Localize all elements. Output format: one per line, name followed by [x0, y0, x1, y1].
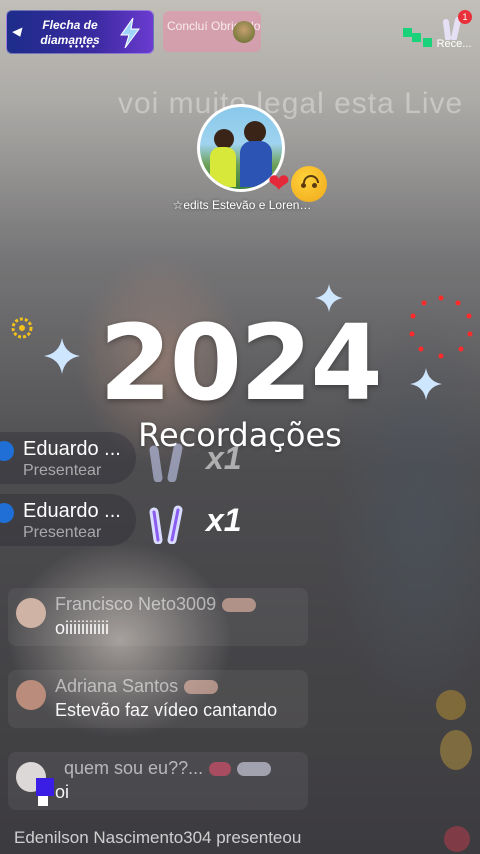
- gift-count: x1: [206, 502, 242, 538]
- lightning-icon: [120, 17, 140, 49]
- gift-event-text: Edenilson Nascimento304 presenteou: [14, 828, 302, 847]
- heart-icon: ❤: [268, 168, 290, 198]
- blue-square-icon: [36, 778, 54, 796]
- gift-notification: Eduardo ... Presentear x1: [0, 432, 300, 484]
- level-badge: [222, 598, 257, 613]
- year-title: 2024: [99, 302, 382, 424]
- white-square-icon: [38, 796, 48, 806]
- gift-notification: Eduardo ... Presentear x1: [0, 494, 300, 546]
- ranking-button[interactable]: 1 Rece...: [434, 10, 474, 56]
- signal-icon-part: [423, 38, 432, 47]
- promo-pager-dots: ●●●●●: [69, 44, 98, 50]
- rank-badge: 1: [458, 10, 472, 24]
- trophy-icon[interactable]: [440, 730, 472, 770]
- level-badge: [209, 762, 232, 777]
- promo-avatar: [233, 21, 255, 43]
- comment-text: oiiiiiiiiiii: [55, 618, 109, 638]
- signal-icon: [403, 28, 412, 37]
- upside-down-face-icon: [291, 166, 327, 202]
- comment-text: Estevão faz vídeo cantando: [55, 700, 278, 720]
- gift-action: Presentear: [23, 524, 102, 541]
- gift-sender-name: Eduardo ...: [23, 438, 121, 460]
- gift-action: Presentear: [23, 462, 102, 479]
- peace-hand-gift-icon: [149, 505, 183, 544]
- rank-label: Rece...: [436, 38, 472, 50]
- chat-comment[interactable]: Francisco Neto3009 oiiiiiiiiiii: [8, 588, 308, 646]
- comment-text: oi: [55, 782, 70, 802]
- chat-comment[interactable]: quem sou eu??... oi: [8, 752, 308, 810]
- gift-count: x1: [206, 440, 242, 476]
- level-badge: [237, 762, 272, 777]
- like-icon[interactable]: [444, 826, 470, 852]
- peace-hand-gift-icon: [149, 443, 183, 482]
- diamond-arrow-promo[interactable]: ◀ Flecha de diamantes ●●●●●: [6, 10, 154, 54]
- chat-comment[interactable]: Adriana Santos Estevão faz vídeo cantand…: [8, 670, 308, 728]
- level-badge: [184, 680, 219, 695]
- commenter-name: quem sou eu??...: [64, 758, 204, 778]
- commenter-name: Adriana Santos: [55, 676, 179, 696]
- thanks-promo[interactable]: Concluí Obrigado: [163, 11, 261, 52]
- chevron-left-icon: ◀: [12, 26, 21, 38]
- commenter-avatar: [16, 598, 46, 628]
- host-name: ☆edits Estevão e Loren…: [172, 198, 312, 212]
- gift-sender-name: Eduardo ...: [23, 500, 121, 522]
- commenter-avatar: [16, 680, 46, 710]
- overlay-text: voi muito legal esta Live: [118, 87, 464, 120]
- signal-icon-part: [412, 33, 421, 42]
- gift-icon[interactable]: [436, 690, 466, 720]
- commenter-name: Francisco Neto3009: [55, 594, 217, 614]
